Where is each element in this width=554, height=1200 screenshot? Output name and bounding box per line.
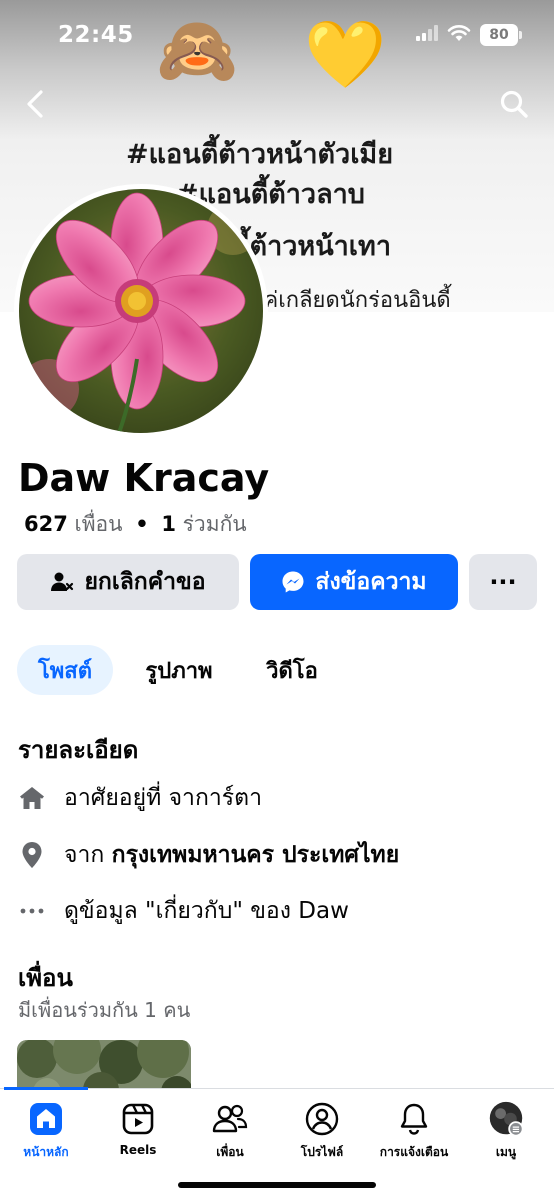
- from-prefix: จาก: [64, 842, 105, 868]
- cancel-request-button[interactable]: ยกเลิกคำขอ: [17, 554, 239, 610]
- signal-icon: [416, 25, 438, 45]
- more-dots-icon: [18, 897, 46, 925]
- status-bar: 22:45 80: [0, 0, 554, 74]
- details-heading: รายละเอียด: [18, 736, 139, 764]
- mutual-label: ร่วมกัน: [182, 512, 247, 536]
- search-button[interactable]: [496, 86, 532, 122]
- nav-home[interactable]: หน้าหลัก: [0, 1101, 92, 1162]
- search-icon: [500, 90, 528, 118]
- tab-posts[interactable]: โพสต์: [17, 645, 113, 695]
- back-button[interactable]: [18, 86, 52, 122]
- nav-notifications[interactable]: การแจ้งเตือน: [368, 1101, 460, 1162]
- about-link-text: ดูข้อมูล "เกี่ยวกับ" ของ Daw: [64, 898, 349, 924]
- nav-menu-label: เมนู: [495, 1145, 517, 1159]
- friend-stats[interactable]: 627 เพื่อน • 1 ร่วมกัน: [24, 508, 247, 541]
- tab-photos[interactable]: รูปภาพ: [124, 645, 234, 695]
- messenger-icon: [282, 571, 304, 593]
- cosmos-flower-image: [19, 189, 263, 433]
- nav-menu[interactable]: เมนู: [460, 1101, 552, 1162]
- nav-notifications-label: การแจ้งเตือน: [379, 1145, 449, 1159]
- home-icon: [18, 784, 46, 812]
- lives-in-text: อาศัยอยู่ที่ จาการ์ตา: [64, 785, 263, 811]
- nav-reels[interactable]: Reels: [92, 1101, 184, 1157]
- home-icon: [28, 1101, 64, 1137]
- cancel-request-label: ยกเลิกคำขอ: [84, 569, 206, 595]
- active-tab-indicator: [4, 1087, 88, 1090]
- detail-from: จาก กรุงเทพมหานคร ประเทศไทย: [18, 837, 399, 873]
- status-icons: 80: [416, 24, 522, 46]
- cancel-friend-request-icon: [51, 572, 74, 591]
- stats-separator: •: [135, 512, 149, 536]
- home-indicator: [178, 1182, 376, 1188]
- tab-videos[interactable]: วิดีโอ: [244, 645, 340, 695]
- from-place[interactable]: กรุงเทพมหานคร ประเทศไทย: [112, 842, 400, 868]
- nav-reels-label: Reels: [119, 1143, 157, 1157]
- friends-label: เพื่อน: [74, 512, 123, 536]
- reels-icon: [120, 1101, 156, 1137]
- chevron-left-icon: [27, 90, 43, 118]
- location-pin-icon: [18, 841, 46, 869]
- status-time: 22:45: [58, 22, 134, 48]
- profile-icon: [304, 1101, 340, 1137]
- nav-profile[interactable]: โปรไฟล์: [276, 1101, 368, 1162]
- profile-picture[interactable]: [14, 184, 268, 438]
- yellow-heart-emoji: 💛: [304, 16, 387, 93]
- nav-home-label: หน้าหลัก: [23, 1145, 69, 1159]
- battery-icon: 80: [480, 24, 522, 46]
- bell-icon: [396, 1101, 432, 1137]
- cover-text-line: เค่เกลียดนักร่อนอินดี้: [256, 288, 451, 312]
- detail-lives-in: อาศัยอยู่ที่ จาการ์ตา: [18, 780, 262, 816]
- mutual-count: 1: [161, 512, 176, 536]
- detail-about-link[interactable]: ดูข้อมูล "เกี่ยวกับ" ของ Daw: [18, 893, 349, 929]
- cover-text-line: #แอนตี้ต้าวหน้าตัวเมีย: [126, 139, 394, 170]
- profile-name: Daw Kracay: [18, 456, 270, 500]
- more-options-button[interactable]: ···: [469, 554, 537, 610]
- menu-avatar-icon: [488, 1101, 524, 1137]
- friends-icon: [212, 1101, 248, 1137]
- nav-friends[interactable]: เพื่อน: [184, 1101, 276, 1162]
- friends-count: 627: [24, 512, 68, 536]
- wifi-icon: [447, 24, 471, 46]
- send-message-label: ส่งข้อความ: [315, 569, 427, 595]
- mutual-friends-text: มีเพื่อนร่วมกัน 1 คน: [18, 998, 191, 1022]
- see-no-evil-monkey-emoji: 🙈: [156, 12, 239, 89]
- friends-heading: เพื่อน: [18, 964, 73, 992]
- nav-friends-label: เพื่อน: [216, 1145, 244, 1159]
- send-message-button[interactable]: ส่งข้อความ: [250, 554, 458, 610]
- nav-profile-label: โปรไฟล์: [300, 1145, 344, 1159]
